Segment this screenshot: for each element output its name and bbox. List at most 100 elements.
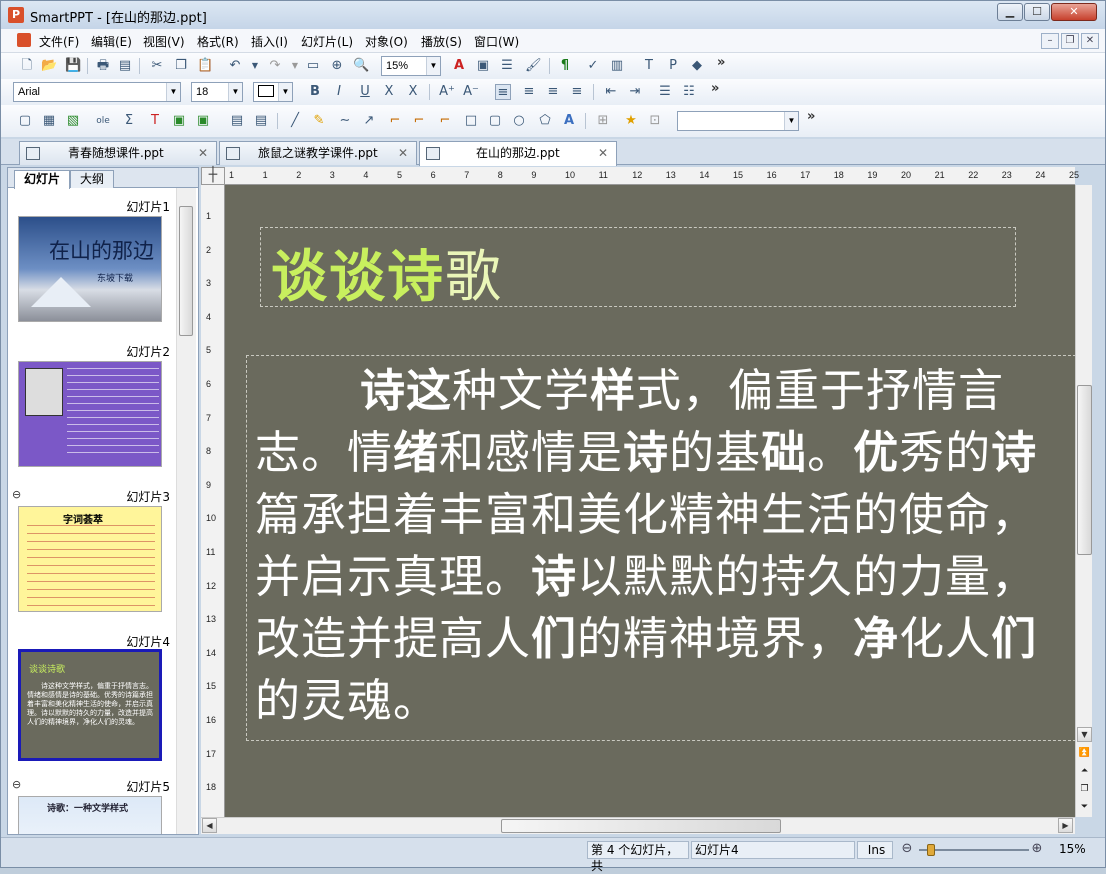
slide-thumbnail-2[interactable] xyxy=(18,361,162,467)
decrease-indent-icon[interactable]: ⇤ xyxy=(603,84,619,100)
vertical-scrollbar[interactable]: ▼ ⏫ ⏶ ❐ ⏷ xyxy=(1075,185,1092,817)
sound-icon[interactable]: ▤ xyxy=(253,113,269,129)
zoom-slider-knob[interactable] xyxy=(927,844,935,856)
menu-slide[interactable]: 幻灯片(L) xyxy=(301,33,353,50)
text-color-icon[interactable]: A xyxy=(451,58,467,74)
pdf-export-icon[interactable]: ▤ xyxy=(117,58,133,74)
close-icon[interactable]: ✕ xyxy=(198,142,208,164)
print-icon[interactable]: 🖶 xyxy=(95,58,111,74)
spell-check-icon[interactable]: ✓ xyxy=(585,58,601,74)
font-name-combo[interactable]: Arial ▼ xyxy=(13,82,181,102)
undo-dropdown-icon[interactable]: ▼ xyxy=(247,58,263,74)
chevron-down-icon[interactable]: ▼ xyxy=(278,83,292,101)
mdi-close-button[interactable]: ✕ xyxy=(1081,33,1099,49)
italic-icon[interactable]: I xyxy=(331,84,347,100)
ole-object-icon[interactable]: ole xyxy=(95,113,111,129)
scroll-down-icon[interactable]: ▼ xyxy=(1077,727,1092,742)
align-right-icon[interactable]: ≡ xyxy=(545,84,561,100)
strikethrough-icon[interactable]: X xyxy=(381,84,397,100)
copy-icon[interactable]: ❐ xyxy=(173,58,189,74)
font-size-combo[interactable]: 18 ▼ xyxy=(191,82,243,102)
curve-icon[interactable]: ∼ xyxy=(337,113,353,129)
slide-canvas[interactable]: 谈谈诗歌 诗这种文学样式，偏重于抒情言志。情绪和感情是诗的基础。优秀的诗篇承担着… xyxy=(225,185,1075,817)
mdi-minimize-button[interactable]: – xyxy=(1041,33,1059,49)
new-file-icon[interactable]: 🗋 xyxy=(19,58,35,74)
menu-insert[interactable]: 插入(I) xyxy=(251,33,288,50)
border-style-combo[interactable]: ▼ xyxy=(253,82,293,102)
zoom-icon[interactable]: 🔍 xyxy=(353,58,369,74)
title-placeholder[interactable]: 谈谈诗歌 xyxy=(260,227,1016,310)
effects-icon[interactable]: ⊡ xyxy=(647,113,663,129)
doc-tab-1[interactable]: 青春随想课件.ppt ✕ xyxy=(19,141,217,165)
placeholder-icon[interactable]: P xyxy=(665,58,681,74)
open-folder-icon[interactable]: 📂 xyxy=(41,58,57,74)
menu-play[interactable]: 播放(S) xyxy=(421,33,462,50)
maximize-button[interactable]: ☐ xyxy=(1024,3,1050,21)
star-icon[interactable]: ★ xyxy=(623,113,639,129)
menu-file[interactable]: 文件(F) xyxy=(39,33,79,50)
autoshape-icon[interactable]: ⬠ xyxy=(537,113,553,129)
slide-thumbnail-1[interactable]: 在山的那边 东坡下载 xyxy=(18,216,162,322)
slide-body-text[interactable]: 诗这种文学样式，偏重于抒情言志。情绪和感情是诗的基础。优秀的诗篇承担着丰富和美化… xyxy=(255,360,1055,732)
minimize-button[interactable]: ▁ xyxy=(997,3,1023,21)
increase-indent-icon[interactable]: ⇥ xyxy=(627,84,643,100)
style-combo[interactable]: ▼ xyxy=(677,111,799,131)
curved-connector-icon[interactable]: ⌐ xyxy=(437,113,453,129)
equation-icon[interactable]: Σ xyxy=(121,113,137,129)
close-icon[interactable]: ✕ xyxy=(598,142,608,164)
slide-title[interactable]: 谈谈诗歌 xyxy=(271,232,503,313)
slide-size-icon[interactable]: ▭ xyxy=(305,58,321,74)
redo-dropdown-icon[interactable]: ▼ xyxy=(287,58,303,74)
zoom-combo[interactable]: 15% ▼ xyxy=(381,56,441,76)
rounded-rectangle-icon[interactable]: ▢ xyxy=(487,113,503,129)
tab-outline[interactable]: 大纲 xyxy=(70,170,114,188)
decrease-font-icon[interactable]: A⁻ xyxy=(463,84,479,100)
movie-icon[interactable]: ▤ xyxy=(229,113,245,129)
chart-icon[interactable]: ▥ xyxy=(609,58,625,74)
next-slide-icon[interactable]: ⏷ xyxy=(1077,801,1092,816)
menu-object[interactable]: 对象(O) xyxy=(365,33,408,50)
chevron-down-icon[interactable]: ▼ xyxy=(228,83,242,101)
slide-thumbnail-3[interactable]: 字词荟萃 xyxy=(18,506,162,612)
scrollbar-thumb[interactable] xyxy=(501,819,781,833)
document-icon[interactable] xyxy=(17,33,31,47)
list-style-icon[interactable]: ☰ xyxy=(499,58,515,74)
format-painter-icon[interactable]: 🖌 xyxy=(525,58,542,74)
chevron-down-icon[interactable]: ▼ xyxy=(784,112,798,130)
insert-image-icon[interactable]: ▣ xyxy=(475,58,491,74)
paragraph-mark-icon[interactable]: ¶ xyxy=(557,58,573,74)
menu-window[interactable]: 窗口(W) xyxy=(474,33,519,50)
underline-icon[interactable]: U xyxy=(357,84,373,100)
zoom-out-icon[interactable]: ⊖ xyxy=(899,841,915,857)
line-icon[interactable]: ╱ xyxy=(287,113,303,129)
scroll-right-icon[interactable]: ▶ xyxy=(1058,818,1073,833)
menu-edit[interactable]: 编辑(E) xyxy=(91,33,132,50)
numbered-list-icon[interactable]: ☷ xyxy=(681,84,697,100)
scroll-left-icon[interactable]: ◀ xyxy=(202,818,217,833)
menu-format[interactable]: 格式(R) xyxy=(197,33,239,50)
wordart-icon[interactable]: A xyxy=(561,113,577,129)
close-button[interactable]: ✕ xyxy=(1051,3,1097,21)
zoom-slider[interactable] xyxy=(919,849,1029,851)
zoom-in-icon[interactable]: ⊕ xyxy=(1029,841,1045,857)
slide-thumbnail-5[interactable]: 诗歌：一种文学样式 xyxy=(18,796,162,834)
pen-icon[interactable]: ✎ xyxy=(311,113,327,129)
cut-icon[interactable]: ✂ xyxy=(149,58,165,74)
scrollbar-thumb[interactable] xyxy=(179,206,193,336)
tab-stop-selector[interactable]: ┼ xyxy=(201,167,225,185)
connector-icon[interactable]: ⌐ xyxy=(387,113,403,129)
save-icon[interactable]: 💾 xyxy=(65,58,81,74)
body-placeholder[interactable]: 诗这种文学样式，偏重于抒情言志。情绪和感情是诗的基础。优秀的诗篇承担着丰富和美化… xyxy=(246,355,1075,741)
zoom-in-icon[interactable]: ⊕ xyxy=(329,58,345,74)
rectangle-icon[interactable]: □ xyxy=(463,113,479,129)
horizontal-ruler[interactable]: 1 1 2 3 4 5 6 7 8 9 10 11 12 13 14 15 16 17 18 19 20 21 22 23 24… xyxy=(225,167,1079,185)
slide-thumbnail-4[interactable]: 谈谈诗歌 诗这种文学样式，偏重于抒情言志。情绪和感情是诗的基础。优秀的诗篇承担着… xyxy=(18,649,162,761)
picture-icon[interactable]: ▧ xyxy=(65,113,81,129)
panel-scrollbar[interactable] xyxy=(176,188,196,834)
undo-icon[interactable]: ↶ xyxy=(227,58,243,74)
previous-slide-icon[interactable]: ⏶ xyxy=(1077,765,1092,780)
scrollbar-thumb[interactable] xyxy=(1077,385,1092,555)
arrow-line-icon[interactable]: ↗ xyxy=(361,113,377,129)
ellipse-icon[interactable]: ○ xyxy=(511,113,527,129)
paste-icon[interactable]: 📋 xyxy=(197,58,213,74)
